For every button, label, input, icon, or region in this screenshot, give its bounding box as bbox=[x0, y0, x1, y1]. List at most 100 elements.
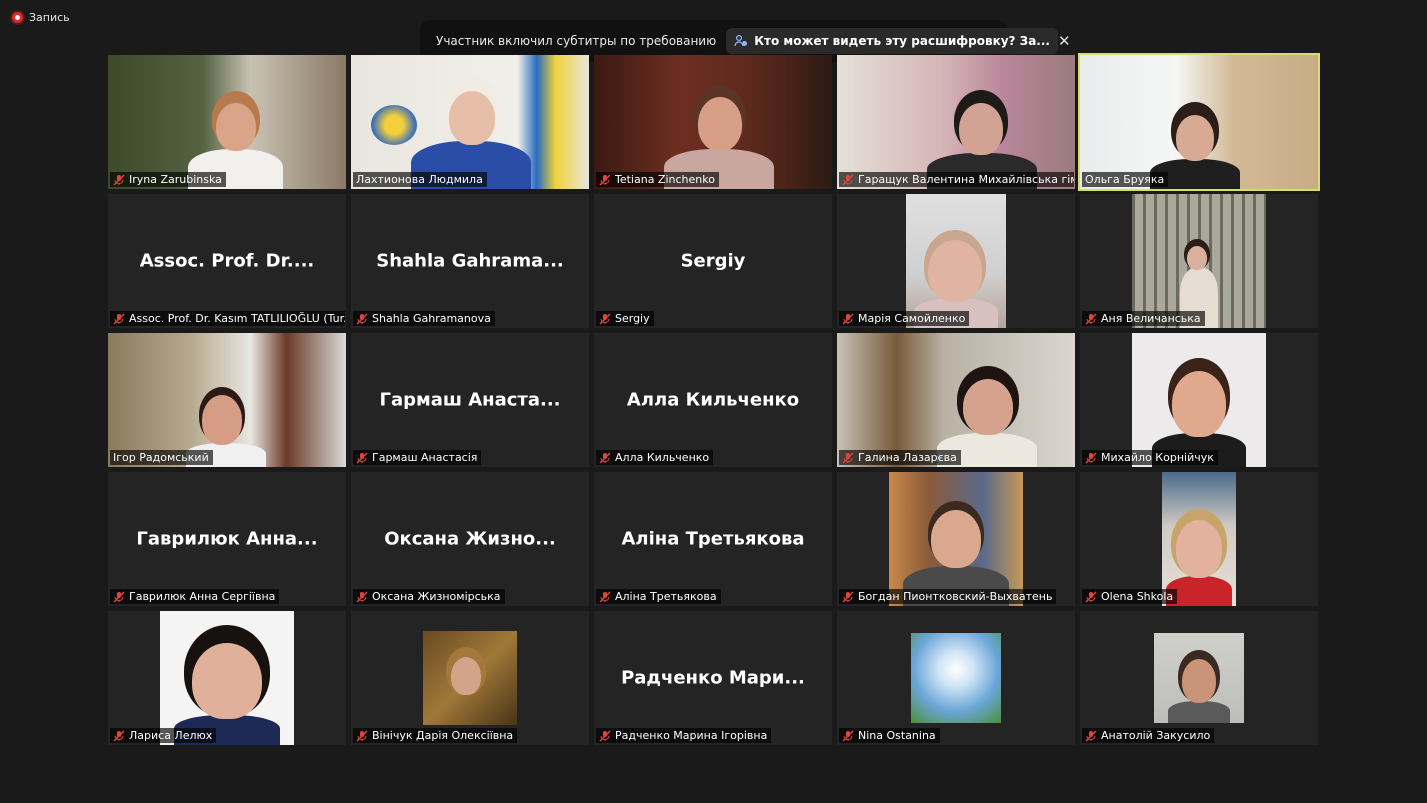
participant-tile[interactable]: Михайло Корнійчук bbox=[1080, 333, 1318, 467]
participant-name-label: Sergiy bbox=[596, 311, 654, 326]
record-icon bbox=[12, 12, 23, 23]
participant-name-label: Гармаш Анастасія bbox=[353, 450, 482, 465]
participant-tile[interactable]: Галина Лазарєва bbox=[837, 333, 1075, 467]
participant-tile[interactable]: Лахтионова Людмила bbox=[351, 55, 589, 189]
participant-tile[interactable]: Iryna Zarubinska bbox=[108, 55, 346, 189]
participant-name: Shahla Gahramanova bbox=[372, 312, 491, 325]
participant-name-label: Assoc. Prof. Dr. Kasım TATLILIOĞLU (Tur.… bbox=[110, 311, 345, 326]
mic-muted-icon bbox=[842, 730, 854, 741]
mic-muted-icon bbox=[1085, 313, 1097, 324]
mic-muted-icon bbox=[1085, 730, 1097, 741]
participant-name: Nina Ostanina bbox=[858, 729, 936, 742]
participant-name-label: Shahla Gahramanova bbox=[353, 311, 495, 326]
participant-display-name: Оксана Жизно... bbox=[384, 528, 556, 550]
participant-tile[interactable]: Assoc. Prof. Dr.... Assoc. Prof. Dr. Kas… bbox=[108, 194, 346, 328]
participant-name: Assoc. Prof. Dr. Kasım TATLILIOĞLU (Tur.… bbox=[129, 312, 345, 325]
participant-name: Iryna Zarubinska bbox=[129, 173, 222, 186]
participant-tile[interactable]: Марія Самойленко bbox=[837, 194, 1075, 328]
mic-muted-icon bbox=[599, 591, 611, 602]
participant-name: Гармаш Анастасія bbox=[372, 451, 478, 464]
participant-video bbox=[423, 631, 517, 725]
participant-name-label: Ольга Бруяка bbox=[1082, 172, 1169, 187]
participant-display-name: Аліна Третьякова bbox=[621, 528, 805, 550]
participant-name-label: Аліна Третьякова bbox=[596, 589, 721, 604]
participant-name-label: Ігор Радомський bbox=[110, 450, 213, 465]
participant-video bbox=[911, 633, 1001, 723]
participant-tile[interactable]: Tetiana Zinchenko bbox=[594, 55, 832, 189]
participant-video bbox=[351, 55, 589, 189]
mic-muted-icon bbox=[356, 313, 368, 324]
participant-tile[interactable]: Оксана Жизно... Оксана Жизномірська bbox=[351, 472, 589, 606]
participant-name-label: Оксана Жизномірська bbox=[353, 589, 505, 604]
participant-video bbox=[594, 55, 832, 189]
participant-name: Tetiana Zinchenko bbox=[615, 173, 715, 186]
participant-name: Аліна Третьякова bbox=[615, 590, 717, 603]
participant-grid: Iryna Zarubinska Лахтионова Людмила Teti… bbox=[108, 53, 1320, 745]
participant-name: Аня Величанська bbox=[1101, 312, 1201, 325]
participant-video bbox=[1080, 55, 1318, 189]
participant-video bbox=[1132, 194, 1266, 328]
close-icon[interactable]: ✕ bbox=[1058, 30, 1071, 52]
participant-tile[interactable]: Гаврилюк Анна... Гаврилюк Анна Сергіївна bbox=[108, 472, 346, 606]
participant-tile[interactable]: Sergiy Sergiy bbox=[594, 194, 832, 328]
participant-name: Ольга Бруяка bbox=[1085, 173, 1165, 186]
participant-tile[interactable]: Радченко Мари... Радченко Марина Ігорівн… bbox=[594, 611, 832, 745]
participant-name-label: Лахтионова Людмила bbox=[353, 172, 487, 187]
participant-display-name: Радченко Мари... bbox=[621, 667, 805, 689]
participant-tile-active-speaker[interactable]: Ольга Бруяка bbox=[1078, 53, 1320, 191]
participant-tile[interactable]: Ігор Радомський bbox=[108, 333, 346, 467]
participant-name: Радченко Марина Ігорівна bbox=[615, 729, 768, 742]
transcript-visibility-button[interactable]: Кто может видеть эту расшифровку? За... bbox=[726, 28, 1058, 54]
participant-name-label: Iryna Zarubinska bbox=[110, 172, 226, 187]
participant-video bbox=[108, 333, 346, 467]
participant-tile[interactable]: Богдан Пионтковский-Выхватень bbox=[837, 472, 1075, 606]
participant-video bbox=[1132, 333, 1266, 467]
participant-tile[interactable]: Алла Кильченко Алла Кильченко bbox=[594, 333, 832, 467]
participant-name: Ігор Радомський bbox=[113, 451, 209, 464]
participant-tile[interactable]: Гаращук Валентина Михайлівська гімн... bbox=[837, 55, 1075, 189]
participant-name-label: Olena Shkola bbox=[1082, 589, 1178, 604]
participant-name-label: Михайло Корнійчук bbox=[1082, 450, 1218, 465]
mic-muted-icon bbox=[1085, 591, 1097, 602]
mic-muted-icon bbox=[599, 730, 611, 741]
participant-name: Лахтионова Людмила bbox=[356, 173, 483, 186]
participant-tile[interactable]: Вінічук Дарія Олексіївна bbox=[351, 611, 589, 745]
participant-name-label: Галина Лазарєва bbox=[839, 450, 961, 465]
participant-name: Olena Shkola bbox=[1101, 590, 1174, 603]
participant-name: Богдан Пионтковский-Выхватень bbox=[858, 590, 1053, 603]
recording-indicator[interactable]: Запись bbox=[12, 11, 70, 24]
participant-tile[interactable]: Лариса Лелюх bbox=[108, 611, 346, 745]
participant-name-label: Радченко Марина Ігорівна bbox=[596, 728, 772, 743]
mic-muted-icon bbox=[113, 730, 125, 741]
mic-muted-icon bbox=[599, 174, 611, 185]
participant-name: Анатолій Закусило bbox=[1101, 729, 1211, 742]
mic-muted-icon bbox=[113, 313, 125, 324]
participant-tile[interactable]: Аня Величанська bbox=[1080, 194, 1318, 328]
participant-name: Марія Самойленко bbox=[858, 312, 966, 325]
participant-video bbox=[837, 333, 1075, 467]
participant-name-label: Tetiana Zinchenko bbox=[596, 172, 719, 187]
mic-muted-icon bbox=[356, 452, 368, 463]
mic-muted-icon bbox=[356, 730, 368, 741]
participant-tile[interactable]: Гармаш Анаста... Гармаш Анастасія bbox=[351, 333, 589, 467]
mic-muted-icon bbox=[842, 313, 854, 324]
mic-muted-icon bbox=[1085, 452, 1097, 463]
participant-tile[interactable]: Nina Ostanina bbox=[837, 611, 1075, 745]
participant-tile[interactable]: Анатолій Закусило bbox=[1080, 611, 1318, 745]
participant-video bbox=[1154, 633, 1244, 723]
participant-video bbox=[906, 194, 1006, 328]
participant-video bbox=[889, 472, 1023, 606]
participant-name: Галина Лазарєва bbox=[858, 451, 957, 464]
participant-video bbox=[160, 611, 294, 745]
participant-tile[interactable]: Аліна Третьякова Аліна Третьякова bbox=[594, 472, 832, 606]
captions-banner-text: Участник включил субтитры по требованию bbox=[436, 34, 717, 48]
participant-name: Гаврилюк Анна Сергіївна bbox=[129, 590, 276, 603]
participant-name: Sergiy bbox=[615, 312, 650, 325]
participant-name: Вінічук Дарія Олексіївна bbox=[372, 729, 514, 742]
participant-display-name: Shahla Gahrama... bbox=[376, 250, 564, 272]
participant-tile[interactable]: Olena Shkola bbox=[1080, 472, 1318, 606]
participant-name: Оксана Жизномірська bbox=[372, 590, 501, 603]
participant-tile[interactable]: Shahla Gahrama... Shahla Gahramanova bbox=[351, 194, 589, 328]
participant-name-label: Гаращук Валентина Михайлівська гімн... bbox=[839, 172, 1074, 187]
mic-muted-icon bbox=[842, 452, 854, 463]
